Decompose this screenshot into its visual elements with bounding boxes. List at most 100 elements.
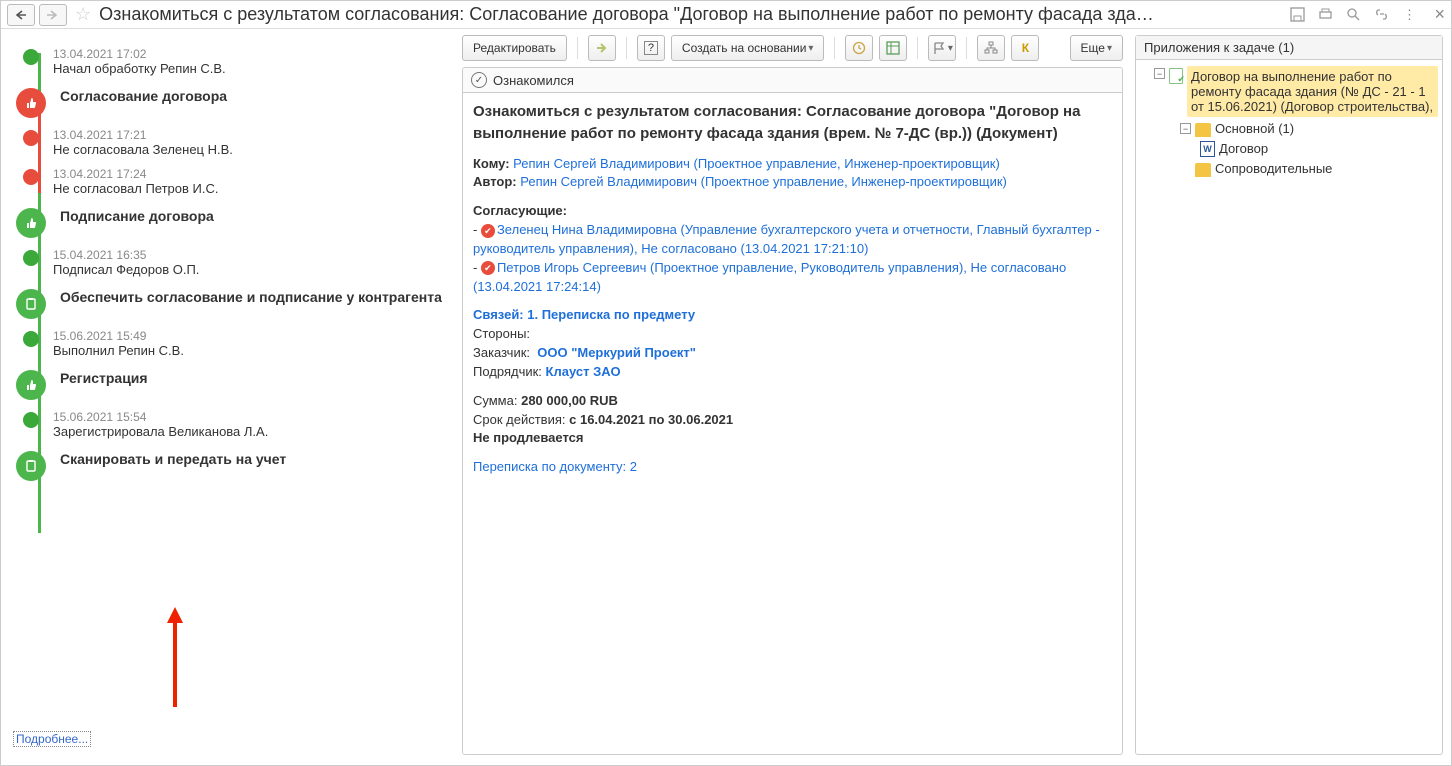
collapse-icon[interactable]: − [1180,123,1191,134]
whom-link[interactable]: Репин Сергей Владимирович (Проектное упр… [513,156,1000,171]
annotation-arrow-icon [163,607,187,707]
folder-icon [1195,163,1211,177]
author-label: Автор: [473,174,517,189]
flag-button[interactable]: ▾ [928,35,956,61]
k-button[interactable]: К [1011,35,1039,61]
word-file-icon: W [1200,141,1215,157]
favorite-star-icon[interactable]: ☆ [75,4,91,25]
arrow-right-icon [595,42,609,54]
sides-label: Стороны: [473,325,1112,344]
clock-icon [852,41,866,55]
amount-label: Сумма: [473,393,517,408]
tree-folder-other[interactable]: Сопроводительные [1140,159,1438,179]
app-window: ☆ Ознакомиться с результатом согласовани… [0,0,1452,766]
timeline-stage: Обеспечить согласование и подписание у к… [23,287,444,319]
search-icon[interactable] [1344,6,1362,24]
check-circle-icon: ✓ [471,72,487,88]
timeline-dot-icon [23,412,39,428]
thumbs-up-icon [16,88,46,118]
timeline-dot-icon [23,250,39,266]
nav-back-button[interactable] [7,4,35,26]
collapse-icon[interactable]: − [1154,68,1165,79]
customer-link[interactable]: ООО "Меркурий Проект" [537,345,696,360]
edit-button[interactable]: Редактировать [462,35,567,61]
rejected-icon: ✔ [481,261,495,275]
amount-value: 280 000,00 RUB [521,393,618,408]
save-icon[interactable] [1288,6,1306,24]
structure-button[interactable] [977,35,1005,61]
menu-dots-icon[interactable]: ⋮ [1400,6,1418,24]
arrow-left-icon [15,10,27,20]
timeline-dot-icon [23,331,39,347]
help-button[interactable]: ? [637,35,665,61]
close-icon[interactable]: × [1434,4,1445,25]
contractor-link[interactable]: Клауст ЗАО [546,364,621,379]
timeline-stage: Подписание договора [23,206,444,238]
tree-root-label: Договор на выполнение работ по ремонту ф… [1187,66,1438,117]
timeline-event: 15.06.2021 15:49Выполнил Репин С.В. [23,329,444,358]
approvers-label: Согласующие: [473,202,1112,221]
nav-forward-button[interactable] [39,4,67,26]
tree-file-item[interactable]: W Договор [1140,139,1438,159]
thumbs-up-icon [16,370,46,400]
header-bar: ☆ Ознакомиться с результатом согласовани… [1,1,1451,29]
folder-other-label: Сопроводительные [1215,161,1332,176]
forward-action-button[interactable] [588,35,616,61]
period-value: с 16.04.2021 по 30.06.2021 [569,412,733,427]
page-title: Ознакомиться с результатом согласования:… [99,4,1284,25]
flag-icon [932,41,946,55]
main-panel: Редактировать ? Создать на основании▾ ▾ … [456,29,1131,763]
links-label[interactable]: Связей: 1. Переписка по предмету [473,306,1112,325]
link-icon[interactable] [1372,6,1390,24]
timeline-event: 13.04.2021 17:24Не согласовал Петров И.С… [23,167,444,196]
document-ok-icon [1169,68,1183,84]
separator [917,37,918,59]
more-menu-button[interactable]: Еще▾ [1070,35,1123,61]
print-icon[interactable] [1316,6,1334,24]
whom-label: Кому: [473,156,510,171]
more-details-link[interactable]: Подробнее... [13,731,91,747]
structure-icon [984,41,998,55]
timeline-panel: 13.04.2021 17:02Начал обработку Репин С.… [1,29,456,763]
folder-main-label: Основной (1) [1215,121,1294,136]
timeline-dot-icon [23,130,39,146]
folder-icon [1195,123,1211,137]
author-link[interactable]: Репин Сергей Владимирович (Проектное упр… [520,174,1007,189]
approver-link[interactable]: Петров Игорь Сергеевич (Проектное управл… [473,260,1066,294]
approver-link[interactable]: Зеленец Нина Владимировна (Управление бу… [473,222,1100,256]
attachments-panel: Приложения к задаче (1) − Договор на вып… [1131,29,1451,763]
timeline-stage: Регистрация [23,368,444,400]
file-label: Договор [1219,141,1268,156]
clock-button[interactable] [845,35,873,61]
document-view: ✓ Ознакомился Ознакомиться с результатом… [462,67,1123,755]
timeline-stage: Сканировать и передать на учет [23,449,444,481]
acknowledged-bar: ✓ Ознакомился [463,68,1122,93]
tree-root-item[interactable]: − Договор на выполнение работ по ремонту… [1140,64,1438,119]
arrow-right-icon [47,10,59,20]
timeline-stage: Согласование договора [23,86,444,118]
separator [626,37,627,59]
attachments-tree: − Договор на выполнение работ по ремонту… [1136,60,1442,183]
tree-folder-main[interactable]: − Основной (1) [1140,119,1438,139]
spreadsheet-icon [886,41,900,55]
contractor-label: Подрядчик: [473,364,542,379]
clipboard-icon [16,451,46,481]
clipboard-icon [16,289,46,319]
timeline-event: 15.06.2021 15:54Зарегистрировала Великан… [23,410,444,439]
rejected-icon: ✔ [481,224,495,238]
acknowledged-label: Ознакомился [493,73,574,88]
timeline-event: 15.04.2021 16:35Подписал Федоров О.П. [23,248,444,277]
attachments-header: Приложения к задаче (1) [1136,36,1442,60]
create-based-on-button[interactable]: Создать на основании▾ [671,35,825,61]
toolbar: Редактировать ? Создать на основании▾ ▾ … [462,35,1123,61]
timeline-event: 13.04.2021 17:21Не согласовала Зеленец Н… [23,128,444,157]
spreadsheet-button[interactable] [879,35,907,61]
separator [834,37,835,59]
correspondence-count[interactable]: 2 [630,459,637,474]
period-label: Срок действия: [473,412,566,427]
thumbs-up-icon [16,208,46,238]
timeline-dot-icon [23,49,39,65]
correspondence-label[interactable]: Переписка по документу: [473,459,626,474]
timeline-event: 13.04.2021 17:02Начал обработку Репин С.… [23,47,444,76]
timeline-dot-icon [23,169,39,185]
